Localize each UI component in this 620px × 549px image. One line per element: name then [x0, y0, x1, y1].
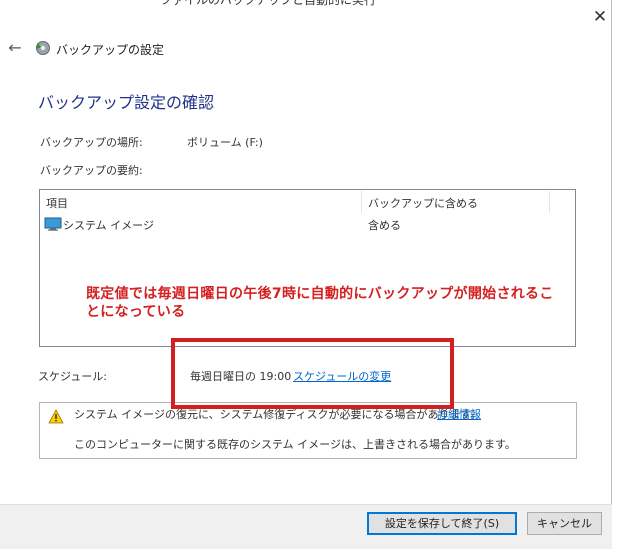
dialog-footer [0, 504, 612, 549]
info-text-overwrite: このコンピューターに関する既存のシステム イメージは、上書きされる場合があります… [74, 438, 516, 451]
back-button[interactable]: ← [5, 38, 25, 58]
monitor-icon [44, 217, 62, 231]
backup-location-label: バックアップの場所: [40, 136, 143, 149]
highlight-box [171, 338, 454, 409]
window-title: バックアップの設定 [56, 43, 165, 57]
cancel-button[interactable]: キャンセル [527, 512, 602, 535]
backup-app-icon [36, 41, 50, 55]
warning-icon [48, 409, 64, 424]
table-row-item: システム イメージ [63, 219, 154, 232]
backup-summary-label: バックアップの要約: [40, 164, 143, 177]
column-divider [549, 191, 550, 213]
annotation-text: 既定値では毎週日曜日の午後7時に自動的にバックアップが開始されることになっている [86, 286, 554, 320]
backup-summary-table [39, 189, 576, 347]
column-header-item[interactable]: 項目 [46, 195, 68, 211]
schedule-label: スケジュール: [38, 370, 107, 383]
close-icon: ✕ [592, 7, 608, 27]
column-header-included[interactable]: バックアップに含める [368, 195, 478, 211]
backup-location-value: ボリューム (F:) [187, 136, 263, 149]
back-arrow-icon: ← [8, 38, 22, 57]
close-button[interactable]: ✕ [588, 6, 612, 30]
save-and-exit-button[interactable]: 設定を保存して終了(S) [367, 512, 517, 535]
column-divider [361, 191, 362, 213]
page-heading: バックアップ設定の確認 [38, 93, 215, 112]
table-row-included: 含める [368, 219, 401, 232]
